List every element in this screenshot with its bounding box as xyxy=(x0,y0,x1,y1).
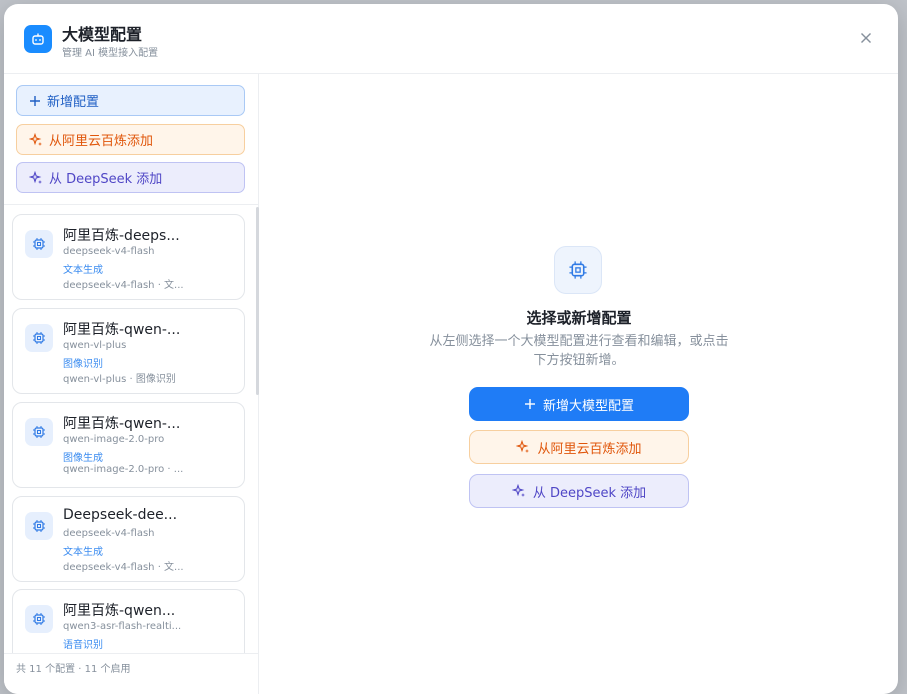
chip-icon xyxy=(25,230,53,258)
sidebar-footer: 共 11 个配置 · 11 个启用 xyxy=(4,653,258,693)
model-config-dialog: 大模型配置 管理 AI 模型接入配置 新增配置 从阿里云百炼添加 从 DeepS… xyxy=(4,4,898,694)
config-list-item[interactable]: 阿里百炼-qwen... qwen3-asr-flash-realti... 语… xyxy=(12,589,245,653)
empty-state-description: 从左侧选择一个大模型配置进行查看和编辑，或点击下方按钮新增。 xyxy=(429,334,729,368)
chip-icon xyxy=(25,605,53,633)
config-name: 阿里百炼-qwen-... xyxy=(63,416,181,432)
add-from-deepseek-label: 从 DeepSeek 添加 xyxy=(49,172,163,187)
chip-icon xyxy=(25,324,53,352)
add-from-deepseek-button[interactable]: 从 DeepSeek 添加 xyxy=(16,162,245,193)
chip-icon xyxy=(25,418,53,446)
add-config-label: 新增配置 xyxy=(47,95,100,110)
config-model: qwen3-asr-flash-realti... xyxy=(63,621,182,632)
empty-state-title: 选择或新增配置 xyxy=(526,309,632,327)
chip-icon xyxy=(554,246,602,294)
close-icon xyxy=(861,33,871,43)
config-capability-tag: 图像生成 xyxy=(63,453,103,464)
config-name: Deepseek-dee... xyxy=(63,507,178,523)
close-button[interactable] xyxy=(858,30,874,46)
add-config-button[interactable]: 新增配置 xyxy=(16,85,245,116)
config-list-item[interactable]: Deepseek-dee... deepseek-v4-flash 文本生成 d… xyxy=(12,496,245,582)
add-from-aliyun-label: 从阿里云百炼添加 xyxy=(49,134,154,149)
config-capability-tag: 图像识别 xyxy=(63,359,103,370)
dialog-subtitle: 管理 AI 模型接入配置 xyxy=(62,48,159,59)
config-capability-tag: 文本生成 xyxy=(63,265,103,276)
add-from-aliyun-label: 从阿里云百炼添加 xyxy=(537,441,642,457)
config-capability-tag: 文本生成 xyxy=(63,547,103,558)
config-sidebar: 新增配置 从阿里云百炼添加 从 DeepSeek 添加 阿里百炼-deeps..… xyxy=(4,74,259,694)
config-summary: qwen-vl-plus · 图像识别 xyxy=(63,374,176,385)
list-scrollbar[interactable] xyxy=(256,207,259,395)
config-list-item[interactable]: 阿里百炼-deeps... deepseek-v4-flash 文本生成 dee… xyxy=(12,214,245,300)
config-name: 阿里百炼-qwen... xyxy=(63,603,176,619)
sparkle-icon xyxy=(511,484,526,498)
add-from-deepseek-label: 从 DeepSeek 添加 xyxy=(532,485,647,501)
add-model-config-button[interactable]: 新增大模型配置 xyxy=(469,387,689,421)
plus-icon xyxy=(524,398,536,410)
dialog-title: 大模型配置 xyxy=(62,25,143,44)
config-capability-tag: 语音识别 xyxy=(63,640,103,651)
config-name: 阿里百炼-qwen-... xyxy=(63,322,181,338)
add-from-aliyun-button[interactable]: 从阿里云百炼添加 xyxy=(16,124,245,155)
main-panel: 选择或新增配置 从左侧选择一个大模型配置进行查看和编辑，或点击下方按钮新增。 新… xyxy=(260,74,898,694)
sparkle-icon xyxy=(516,440,530,454)
dialog-header: 大模型配置 管理 AI 模型接入配置 xyxy=(4,4,898,74)
config-list-item[interactable]: 阿里百炼-qwen-... qwen-vl-plus 图像识别 qwen-vl-… xyxy=(12,308,245,394)
sparkle-icon xyxy=(29,132,43,147)
robot-icon xyxy=(24,25,52,53)
config-model: qwen-image-2.0-pro xyxy=(63,434,165,445)
config-model: deepseek-v4-flash xyxy=(63,528,155,539)
chip-icon xyxy=(25,512,53,540)
config-summary: qwen-image-2.0-pro · ... xyxy=(63,464,184,475)
sparkle-icon xyxy=(29,170,43,185)
config-list-item[interactable]: 阿里百炼-qwen-... qwen-image-2.0-pro 图像生成 qw… xyxy=(12,402,245,488)
add-from-aliyun-button[interactable]: 从阿里云百炼添加 xyxy=(469,430,689,464)
config-summary: deepseek-v4-flash · 文... xyxy=(63,280,184,291)
add-model-config-label: 新增大模型配置 xyxy=(542,398,634,414)
config-summary: deepseek-v4-flash · 文... xyxy=(63,562,184,573)
plus-icon xyxy=(29,95,41,107)
config-name: 阿里百炼-deeps... xyxy=(63,228,180,244)
add-from-deepseek-button[interactable]: 从 DeepSeek 添加 xyxy=(469,474,689,508)
config-list: 阿里百炼-deeps... deepseek-v4-flash 文本生成 dee… xyxy=(4,205,258,653)
config-model: deepseek-v4-flash xyxy=(63,246,155,257)
config-count-text: 共 11 个配置 · 11 个启用 xyxy=(16,664,131,675)
config-model: qwen-vl-plus xyxy=(63,340,127,351)
